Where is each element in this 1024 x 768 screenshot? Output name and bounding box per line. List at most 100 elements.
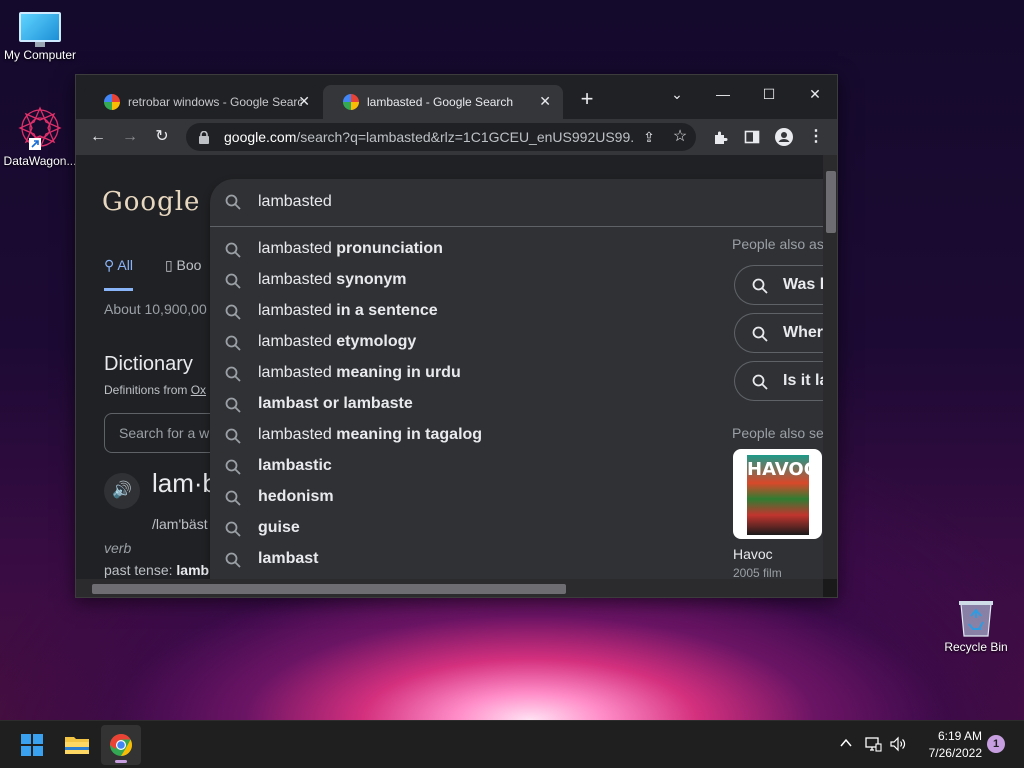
suggestion-text: lambasted meaning in tagalog	[258, 426, 483, 443]
tab-title: retrobar windows - Google Search	[128, 95, 302, 109]
related-question-text: Is it la	[783, 372, 823, 389]
suggestion-text: hedonism	[258, 488, 334, 505]
tab-lambasted-search[interactable]: lambasted - Google Search ✕	[323, 85, 563, 119]
suggestion-item[interactable]: lambast	[210, 544, 710, 575]
address-url: google.com/search?q=lambasted&rlz=1C1GCE…	[224, 129, 634, 145]
suggestion-text: lambasted in a sentence	[258, 302, 438, 319]
suggestion-text: lambast	[258, 550, 319, 567]
suggestion-item[interactable]: lambasted pronunciation	[210, 234, 710, 265]
suggestion-text: lambasted etymology	[258, 333, 417, 350]
google-favicon-icon	[343, 94, 359, 110]
notification-badge[interactable]: 1	[987, 735, 1005, 753]
suggestion-item[interactable]: lambastic	[210, 451, 710, 482]
file-explorer-icon[interactable]	[57, 725, 97, 765]
related-question-chip[interactable]: Was l	[734, 265, 823, 305]
suggestion-text: lambasted pronunciation	[258, 240, 443, 257]
people-also-ask-heading: People also as	[732, 236, 823, 252]
suggestion-item[interactable]: lambasted meaning in tagalog	[210, 420, 710, 451]
pronunciation: /lam'bäst	[152, 516, 208, 532]
search-icon	[224, 365, 242, 388]
menu-kebab-icon[interactable]: ⋮	[804, 125, 828, 149]
search-icon	[224, 303, 242, 326]
search-icon	[224, 520, 242, 543]
forward-button[interactable]: →	[118, 125, 142, 149]
close-icon[interactable]: ✕	[539, 94, 551, 108]
related-question-text: Where	[783, 324, 823, 341]
share-icon[interactable]: ⇪	[637, 125, 661, 149]
new-tab-button[interactable]: +	[576, 88, 598, 111]
search-icon	[224, 427, 242, 450]
recycle-bin-icon	[957, 596, 995, 638]
scrollbar-corner	[823, 579, 837, 597]
scrollbar-thumb[interactable]	[92, 584, 566, 594]
search-input[interactable]: lambasted	[210, 179, 823, 227]
close-icon[interactable]: ✕	[298, 94, 310, 108]
address-bar[interactable]: google.com/search?q=lambasted&rlz=1C1GCE…	[186, 123, 696, 151]
volume-icon[interactable]	[889, 735, 907, 768]
page-viewport: Google ⚲ All ▯ Boo About 10,900,00 Dicti…	[76, 155, 823, 579]
minimize-button[interactable]: —	[700, 79, 746, 109]
suggestion-item[interactable]: guise	[210, 513, 710, 544]
desktop-icon-label: DataWagon...	[3, 154, 77, 168]
back-button[interactable]: ←	[86, 125, 110, 149]
movie-poster[interactable]: HAVOC	[733, 449, 822, 539]
suggestion-text: lambast or lambaste	[258, 395, 413, 412]
taskbar: 6:19 AM 7/26/2022	[0, 720, 1024, 768]
search-icon	[224, 193, 242, 216]
desktop-icon-recycle-bin[interactable]: Recycle Bin	[936, 596, 1016, 654]
desktop-icon-my-computer[interactable]: My Computer	[0, 8, 80, 62]
tab-strip: retrobar windows - Google Search ✕ lamba…	[76, 75, 837, 119]
movie-year: 2005 film	[733, 566, 782, 579]
browser-toolbar: ← → ↻ google.com/search?q=lambasted&rlz=…	[76, 119, 837, 155]
result-stats: About 10,900,00	[104, 301, 207, 317]
suggestion-text: lambastic	[258, 457, 332, 474]
clock-date: 7/26/2022	[928, 746, 982, 760]
suggestion-item[interactable]: lambasted etymology	[210, 327, 710, 358]
suggestion-item[interactable]: lambast or lambaste	[210, 389, 710, 420]
side-panel-icon[interactable]	[740, 125, 764, 149]
tab-retrobar-search[interactable]: retrobar windows - Google Search ✕	[84, 85, 322, 119]
maximize-button[interactable]: ☐	[746, 79, 792, 109]
vertical-scrollbar[interactable]	[823, 155, 837, 579]
network-icon[interactable]	[864, 735, 882, 768]
related-question-chip[interactable]: Where	[734, 313, 823, 353]
movie-title[interactable]: Havoc	[733, 546, 773, 562]
chrome-taskbar-icon[interactable]	[101, 725, 141, 765]
monitor-icon	[19, 12, 61, 47]
suggestion-item[interactable]: lambasted synonym	[210, 265, 710, 296]
show-hidden-icons-button[interactable]	[838, 735, 854, 768]
horizontal-scrollbar[interactable]	[76, 579, 823, 597]
oxford-link[interactable]: Ox	[191, 383, 206, 397]
system-clock[interactable]: 6:19 AM 7/26/2022	[912, 728, 982, 762]
search-icon	[224, 272, 242, 295]
tab-title: lambasted - Google Search	[367, 95, 514, 109]
desktop-icon-datawagon[interactable]: DataWagon...	[0, 104, 80, 168]
part-of-speech: verb	[104, 540, 132, 556]
book-icon: ▯	[164, 257, 177, 273]
extensions-icon[interactable]	[708, 125, 732, 149]
clock-time: 6:19 AM	[937, 729, 982, 743]
close-window-button[interactable]: ✕	[792, 79, 837, 109]
scrollbar-thumb[interactable]	[826, 171, 836, 233]
tab-search-button[interactable]: ⌄	[654, 79, 700, 109]
speaker-icon[interactable]: 🔊	[104, 473, 140, 509]
search-icon	[751, 325, 769, 348]
reload-button[interactable]: ↻	[150, 125, 174, 149]
start-button[interactable]	[12, 725, 52, 765]
google-doodle-logo[interactable]: Google	[102, 187, 200, 217]
suggestion-item[interactable]: lambasted in a sentence	[210, 296, 710, 327]
desktop-icon-label: Recycle Bin	[944, 640, 1008, 654]
related-question-chip[interactable]: Is it la	[734, 361, 823, 401]
search-autocomplete-dropdown: lambasted lambasted pronunciation lambast…	[210, 179, 823, 579]
search-icon	[224, 334, 242, 357]
profile-avatar-icon[interactable]	[772, 125, 796, 149]
search-icon	[224, 551, 242, 574]
bookmark-star-icon[interactable]: ☆	[668, 125, 692, 149]
suggestion-text: guise	[258, 519, 300, 536]
tab-all[interactable]: ⚲ All	[104, 257, 133, 291]
suggestion-item[interactable]: hedonism	[210, 482, 710, 513]
tab-books[interactable]: ▯ Boo	[165, 257, 202, 291]
results-tabs: ⚲ All ▯ Boo	[104, 257, 201, 291]
suggestion-item[interactable]: lambasted meaning in urdu	[210, 358, 710, 389]
datawagon-app-icon	[16, 104, 64, 152]
